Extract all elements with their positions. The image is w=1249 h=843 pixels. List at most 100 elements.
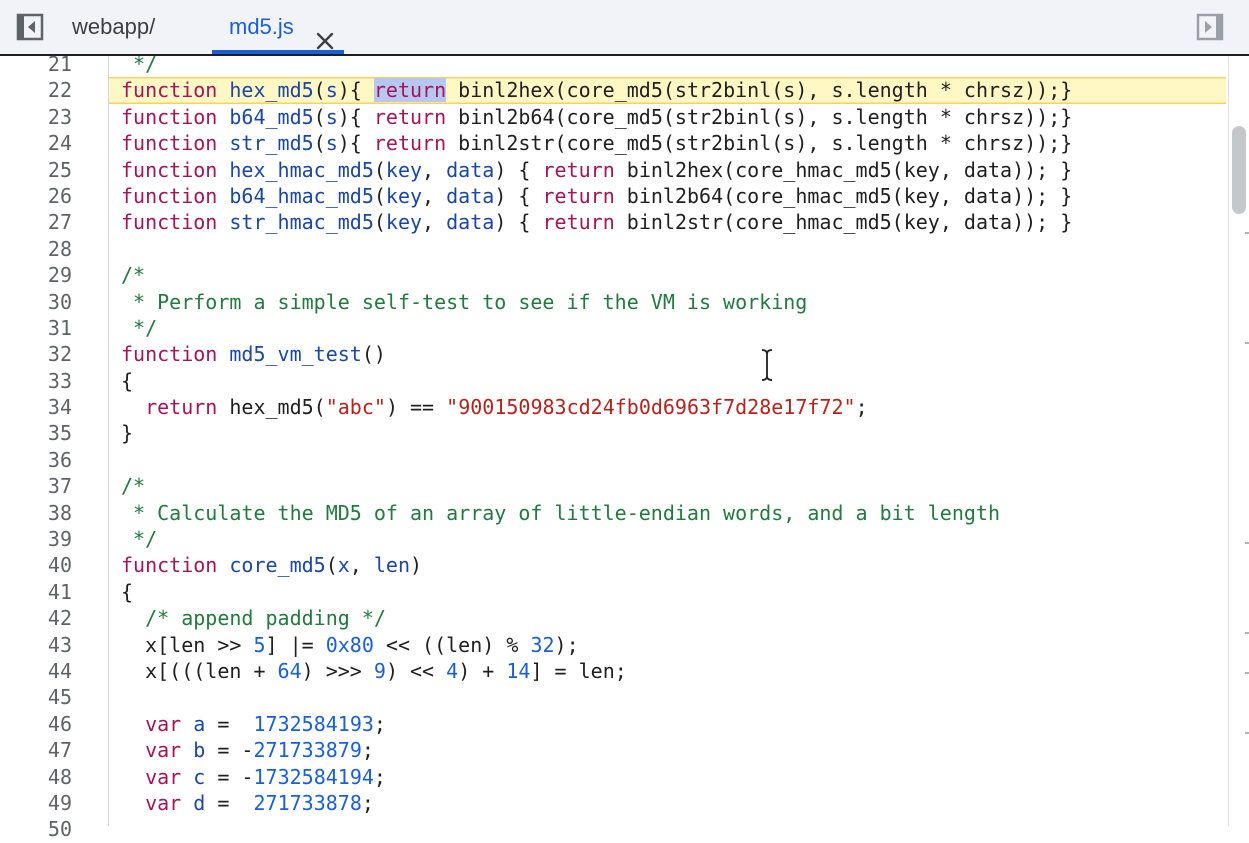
line-number[interactable]: 22 <box>0 77 108 103</box>
line-number[interactable]: 45 <box>0 684 108 710</box>
code-line[interactable] <box>109 447 1226 473</box>
code-token: hex_md5( <box>217 395 326 420</box>
line-number[interactable]: 40 <box>0 552 108 578</box>
code-token: ) << <box>385 658 447 683</box>
code-line[interactable]: */ <box>109 56 1226 77</box>
code-editor[interactable]: */function hex_md5(s){ return binl2hex(c… <box>109 56 1226 826</box>
code-line[interactable]: function b64_hmac_md5(key, data) { retur… <box>109 183 1226 209</box>
line-number[interactable]: 30 <box>0 289 108 315</box>
code-token: len <box>373 553 411 578</box>
code-line[interactable]: function str_md5(s){ return binl2str(cor… <box>109 130 1226 156</box>
code-line[interactable]: */ <box>109 526 1226 552</box>
line-number[interactable]: 42 <box>0 605 108 631</box>
line-number[interactable]: 36 <box>0 447 108 473</box>
code-line[interactable]: /* <box>109 262 1226 288</box>
line-number[interactable]: 32 <box>0 341 108 367</box>
code-token: ; <box>855 395 868 420</box>
line-number[interactable]: 33 <box>0 368 108 394</box>
code-token: ( <box>325 553 338 578</box>
code-line[interactable]: */ <box>109 315 1226 341</box>
code-token: binl2b64(core_md5(str2binl(s), s.length … <box>446 104 1073 129</box>
code-token: x[len >> <box>121 632 254 657</box>
code-token: ){ <box>337 131 374 156</box>
code-token: ] = len; <box>530 658 627 683</box>
code-line[interactable]: /* <box>109 473 1226 499</box>
code-token: var <box>145 738 182 763</box>
panel-left-collapse-icon[interactable] <box>16 13 44 41</box>
code-line[interactable]: /* append padding */ <box>109 605 1226 631</box>
line-number[interactable]: 23 <box>0 104 108 130</box>
line-number[interactable]: 48 <box>0 764 108 790</box>
code-token: function <box>121 131 218 156</box>
code-line[interactable]: } <box>109 420 1226 446</box>
tab-label: md5.js <box>229 14 294 39</box>
line-number[interactable]: 41 <box>0 579 108 605</box>
line-number[interactable]: 25 <box>0 157 108 183</box>
code-line[interactable]: function hex_md5(s){ return binl2hex(cor… <box>109 77 1226 104</box>
code-line[interactable]: x[len >> 5] |= 0x80 << ((len) % 32); <box>109 632 1226 658</box>
code-line[interactable]: var c = -1732584194; <box>109 764 1226 790</box>
code-line[interactable]: function md5_vm_test() <box>109 341 1226 367</box>
vertical-scrollbar[interactable] <box>1228 56 1249 826</box>
code-line[interactable] <box>109 236 1226 262</box>
code-line[interactable]: return hex_md5("abc") == "900150983cd24f… <box>109 394 1226 420</box>
code-line[interactable]: x[(((len + 64) >>> 9) << 4) + 14] = len; <box>109 658 1226 684</box>
tab-md5-js[interactable]: md5.js <box>212 0 344 54</box>
code-line[interactable] <box>109 816 1226 826</box>
line-number[interactable]: 27 <box>0 209 108 235</box>
line-number[interactable]: 21 <box>0 51 108 77</box>
line-number[interactable]: 46 <box>0 711 108 737</box>
code-token: */ <box>121 527 158 552</box>
code-token: ){ <box>337 104 374 129</box>
panel-right-expand-icon[interactable] <box>1196 13 1224 41</box>
line-number[interactable]: 47 <box>0 737 108 763</box>
line-number[interactable]: 38 <box>0 500 108 526</box>
code-token: */ <box>121 315 158 340</box>
code-token: ) <box>410 553 423 578</box>
line-number[interactable]: 29 <box>0 262 108 288</box>
code-line[interactable]: * Perform a simple self-test to see if t… <box>109 289 1226 315</box>
code-line[interactable]: var d = 271733878; <box>109 790 1226 816</box>
tab-webapp[interactable]: webapp/ <box>72 0 155 54</box>
code-token: 9 <box>373 658 386 683</box>
line-number[interactable]: 35 <box>0 420 108 446</box>
line-number[interactable]: 31 <box>0 315 108 341</box>
code-line[interactable]: function str_hmac_md5(key, data) { retur… <box>109 209 1226 235</box>
line-number[interactable]: 43 <box>0 632 108 658</box>
code-line[interactable]: var b = -271733879; <box>109 737 1226 763</box>
line-number[interactable]: 50 <box>0 816 108 842</box>
line-number[interactable]: 49 <box>0 790 108 816</box>
code-line[interactable]: function core_md5(x, len) <box>109 552 1226 578</box>
code-line[interactable]: function b64_md5(s){ return binl2b64(cor… <box>109 104 1226 130</box>
close-icon[interactable] <box>315 17 335 50</box>
code-line[interactable] <box>109 684 1226 710</box>
code-token: key <box>385 157 423 182</box>
code-token: /* append padding */ <box>145 606 386 631</box>
line-number[interactable]: 37 <box>0 473 108 499</box>
line-number[interactable]: 28 <box>0 236 108 262</box>
line-number[interactable]: 44 <box>0 658 108 684</box>
code-token: 4 <box>446 658 459 683</box>
code-token: ( <box>373 183 386 208</box>
line-number[interactable]: 39 <box>0 526 108 552</box>
code-token: return <box>373 131 447 156</box>
scrollbar-thumb[interactable] <box>1232 126 1246 214</box>
line-number[interactable]: 26 <box>0 183 108 209</box>
code-token: return <box>542 157 615 182</box>
code-line[interactable]: var a = 1732584193; <box>109 711 1226 737</box>
code-line[interactable]: { <box>109 579 1226 605</box>
code-token: key <box>385 183 423 208</box>
code-line[interactable]: * Calculate the MD5 of an array of littl… <box>109 500 1226 526</box>
code-line[interactable]: { <box>109 368 1226 394</box>
line-number[interactable]: 24 <box>0 130 108 156</box>
code-line[interactable]: function hex_hmac_md5(key, data) { retur… <box>109 157 1226 183</box>
line-number-gutter[interactable]: 21 22 23 24 25 26 27 28 29 30 31 32 33 34 35 36 37 38 39 40… <box>0 52 109 841</box>
line-number[interactable]: 34 <box>0 394 108 420</box>
